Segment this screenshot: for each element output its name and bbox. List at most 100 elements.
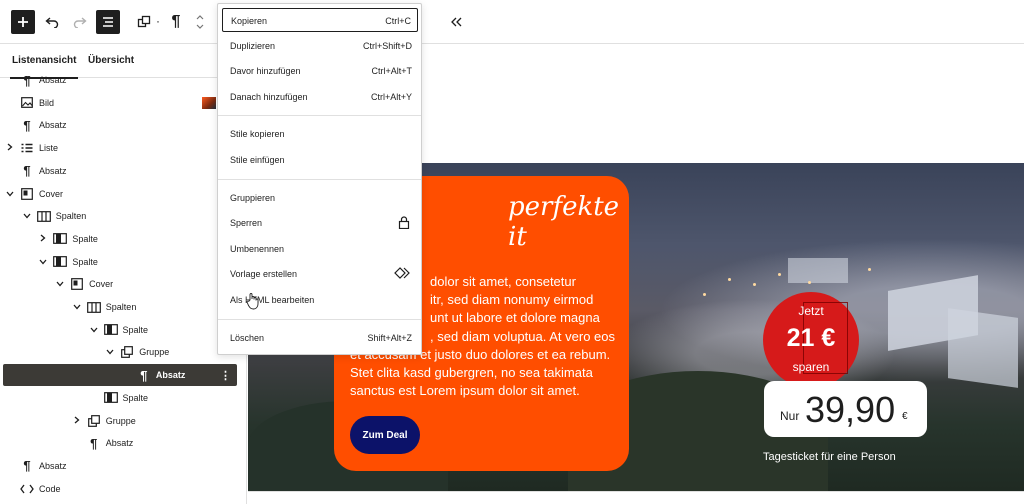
tree-row[interactable]: Gruppe xyxy=(3,341,237,363)
chevron-down-icon[interactable] xyxy=(55,279,65,289)
chevron-down-icon[interactable] xyxy=(22,211,32,221)
text-line: Stet clita kasd gubergren, no sea takima… xyxy=(350,365,593,381)
tree-row-label: Cover xyxy=(39,188,64,199)
menu-item-label: Davor hinzufügen xyxy=(230,66,301,77)
code-icon xyxy=(20,482,34,496)
menu-item[interactable]: Stile kopieren xyxy=(222,122,418,146)
pattern-icon xyxy=(394,267,410,281)
tree-row[interactable]: Spalte xyxy=(3,319,237,341)
paragraph-block-button[interactable]: ¶ xyxy=(164,10,188,34)
options-icon[interactable]: ⋮ xyxy=(220,369,231,382)
tree-row-label: Absatz xyxy=(39,75,67,85)
menu-item-label: Sperren xyxy=(230,218,263,229)
column-icon xyxy=(53,255,68,269)
tree-row[interactable]: ¶ Absatz ⋮ xyxy=(3,364,237,387)
undo-icon xyxy=(45,17,59,28)
tree-row[interactable]: ¶ Absatz xyxy=(3,69,237,91)
menu-item[interactable]: Kopieren Ctrl+C xyxy=(222,8,418,32)
list-view-sidebar: Listenansicht Übersicht ¶ Absatz Bild ¶ Absa… xyxy=(0,44,247,504)
menu-item[interactable]: Löschen Shift+Alt+Z xyxy=(222,326,418,350)
tree-row-label: Spalte xyxy=(122,392,149,403)
tree-row-label: Absatz xyxy=(39,460,67,471)
column-icon xyxy=(53,232,68,246)
tree-row[interactable]: Cover xyxy=(3,183,237,205)
tree-row[interactable]: Bild xyxy=(3,92,237,114)
tree-row[interactable]: Gruppe xyxy=(3,410,237,432)
tree-row-label: Spalten xyxy=(105,302,137,312)
ticket-caption[interactable]: Tagesticket für eine Person xyxy=(763,451,896,463)
chevron-down-icon[interactable] xyxy=(89,325,99,335)
image-icon xyxy=(20,96,34,110)
deal-button[interactable]: Zum Deal xyxy=(350,416,420,454)
separator-dot: · xyxy=(156,14,160,28)
paragraph-icon: ¶ xyxy=(171,13,181,30)
tree-row[interactable]: ¶ Absatz xyxy=(3,432,237,454)
menu-item-label: Danach hinzufügen xyxy=(230,91,308,102)
price-box[interactable]: Nur 39,90 € xyxy=(764,381,927,437)
tree-row-label: Gruppe xyxy=(139,347,170,358)
add-block-button[interactable] xyxy=(11,10,35,34)
tree-row[interactable]: Spalte xyxy=(3,251,237,273)
menu-item-shortcut: Ctrl+C xyxy=(385,16,411,26)
menu-item-label: Vorlage erstellen xyxy=(230,269,298,280)
tree-row-label: Absatz xyxy=(39,165,67,176)
menu-item[interactable]: Umbenennen xyxy=(222,237,418,261)
menu-item[interactable]: Gruppieren xyxy=(222,186,418,210)
chevron-down-icon[interactable] xyxy=(105,347,115,357)
badge-bottom-text: sparen xyxy=(792,360,830,374)
tab-list-view[interactable]: Listenansicht xyxy=(9,55,79,79)
menu-item-label: Stile kopieren xyxy=(230,129,285,140)
tree-row[interactable]: Spalte xyxy=(3,228,237,250)
menu-item[interactable]: Davor hinzufügen Ctrl+Alt+T xyxy=(222,59,418,83)
tree-row-label: Liste xyxy=(39,143,59,154)
tree-row[interactable]: ¶ Absatz xyxy=(3,114,237,136)
chevron-down-icon[interactable] xyxy=(72,302,82,312)
paragraph-icon: ¶ xyxy=(90,435,98,451)
redo-button[interactable] xyxy=(68,10,92,34)
chevron-down-icon[interactable] xyxy=(38,257,48,267)
chevron-right-icon[interactable] xyxy=(38,234,48,244)
text-line: perfekte xyxy=(508,192,620,222)
menu-item-shortcut: Ctrl+Alt+T xyxy=(371,66,412,77)
menu-separator xyxy=(218,178,421,180)
hand-cursor-icon xyxy=(246,293,259,310)
town-light xyxy=(703,293,706,296)
list-view-icon xyxy=(103,17,113,27)
menu-item[interactable]: Sperren xyxy=(222,211,418,235)
image-thumbnail xyxy=(202,96,216,109)
menu-item[interactable]: Vorlage erstellen xyxy=(222,262,418,286)
tree-row-label: Code xyxy=(39,483,61,494)
chevron-right-icon[interactable] xyxy=(72,416,82,426)
menu-item-label: Stile einfügen xyxy=(230,155,285,165)
block-type-button[interactable] xyxy=(132,10,156,34)
menu-item-label: Umbenennen xyxy=(230,243,285,254)
tree-row[interactable]: Cover xyxy=(3,273,237,295)
snowy-roof xyxy=(948,308,1018,388)
collapse-toolbar-button[interactable] xyxy=(444,10,468,34)
discount-badge[interactable]: Jetzt 21 € sparen xyxy=(763,292,859,388)
tree-row[interactable]: Liste xyxy=(3,137,237,159)
tree-row[interactable]: Spalte xyxy=(3,387,237,409)
cover-icon xyxy=(70,277,84,291)
undo-button[interactable] xyxy=(40,10,64,34)
tree-row[interactable]: ¶ Absatz xyxy=(3,160,237,182)
tree-row[interactable]: Spalten xyxy=(3,205,237,227)
menu-item-label: Kopieren xyxy=(231,16,268,26)
tab-overview[interactable]: Übersicht xyxy=(88,55,134,66)
column-icon xyxy=(103,391,118,405)
tree-row-label: Spalte xyxy=(72,233,98,244)
menu-item[interactable]: Danach hinzufügen Ctrl+Alt+Y xyxy=(222,85,418,109)
menu-item-label: Löschen xyxy=(230,332,265,343)
columns-icon xyxy=(86,300,101,314)
chevron-down-icon[interactable] xyxy=(5,189,15,199)
menu-item[interactable]: Duplizieren Ctrl+Shift+D xyxy=(222,34,418,58)
menu-item[interactable]: Stile einfügen xyxy=(222,148,418,172)
move-up-down-button[interactable] xyxy=(190,10,210,34)
tree-row[interactable]: Code xyxy=(3,478,237,500)
chevron-right-icon[interactable] xyxy=(5,143,15,153)
snowy-roof xyxy=(788,258,848,283)
list-view-button[interactable] xyxy=(96,10,120,34)
card-heading[interactable]: perfekte it xyxy=(508,192,619,252)
tree-row[interactable]: ¶ Absatz xyxy=(3,455,237,477)
tree-row[interactable]: Spalten xyxy=(3,296,237,318)
